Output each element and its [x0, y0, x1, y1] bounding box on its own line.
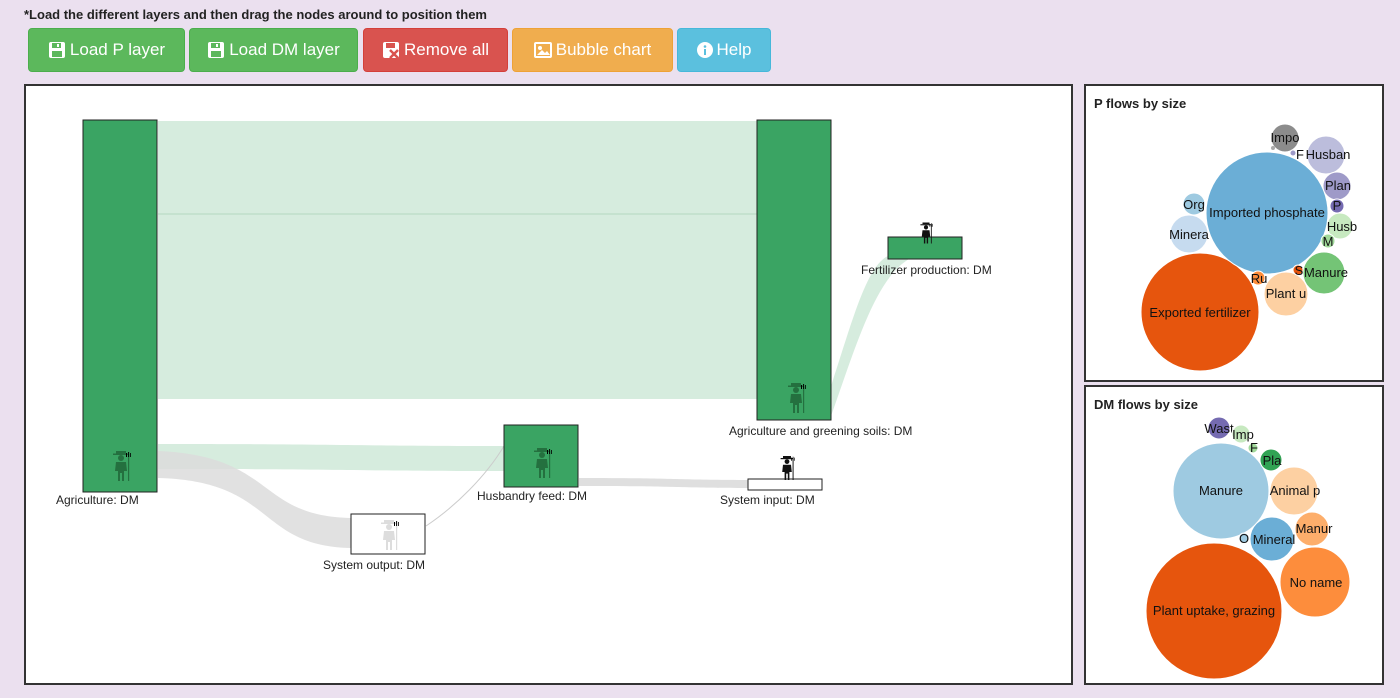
svg-text:F: F — [1296, 147, 1304, 162]
p-bubble-minera[interactable]: Minera — [1169, 214, 1210, 254]
save-icon — [207, 41, 225, 59]
link-husbandry-to-system-input[interactable] — [579, 478, 748, 488]
node-label-husbandry: Husbandry feed: DM — [477, 489, 587, 503]
sankey-node-fertilizer[interactable]: Fertilizer production: DM — [861, 222, 992, 278]
load-dm-layer-label: Load DM layer — [229, 40, 340, 59]
remove-all-label: Remove all — [403, 40, 490, 59]
dm-bubble-animal-p[interactable]: Animal p — [1269, 466, 1321, 516]
svg-text:Imported phosphate: Imported phosphate — [1209, 205, 1325, 220]
dm-bubble-wast[interactable]: Wast — [1204, 416, 1234, 440]
p-bubble-p[interactable]: P — [1329, 198, 1345, 214]
svg-text:Exported fertilizer: Exported fertilizer — [1149, 305, 1251, 320]
node-label-system-input: System input: DM — [720, 493, 815, 507]
help-label: Help — [716, 40, 752, 59]
node-label-fertilizer: Fertilizer production: DM — [861, 263, 992, 277]
dm-bubble-o[interactable]: O — [1238, 531, 1250, 546]
load-p-layer-label: Load P layer — [69, 40, 166, 59]
link-agriculture-to-greening[interactable] — [158, 121, 757, 399]
svg-text:Minera: Minera — [1169, 227, 1210, 242]
svg-text:Org: Org — [1183, 197, 1205, 212]
svg-text:Manur: Manur — [1296, 521, 1334, 536]
svg-text:Ru: Ru — [1251, 271, 1268, 286]
load-p-layer-button[interactable]: Load P layer — [28, 28, 185, 72]
sankey-node-agriculture[interactable]: Agriculture: DM — [56, 119, 158, 507]
dm-bubble-manur[interactable]: Manur — [1294, 511, 1334, 547]
svg-text:Manure: Manure — [1304, 265, 1348, 280]
p-bubble-plan[interactable]: Plan — [1322, 171, 1352, 201]
sankey-canvas[interactable]: Agriculture: DM Agriculture and greening… — [24, 84, 1073, 685]
node-label-greening-soils: Agriculture and greening soils: DM — [729, 424, 912, 438]
p-bubble-s[interactable]: S — [1292, 263, 1304, 278]
remove-all-button[interactable]: Remove all — [363, 28, 508, 72]
svg-text:Plant uptake, grazing: Plant uptake, grazing — [1153, 603, 1275, 618]
link-fertilizer-to-greening[interactable] — [831, 256, 911, 416]
help-button[interactable]: Help — [677, 28, 771, 72]
svg-text:Wast: Wast — [1204, 421, 1234, 436]
dm-bubble-mineral[interactable]: Mineral — [1249, 516, 1296, 562]
dm-bubble-manure[interactable]: Manure — [1172, 442, 1270, 540]
svg-text:No name: No name — [1290, 575, 1343, 590]
svg-text:S: S — [1295, 263, 1304, 278]
save-icon — [48, 41, 66, 59]
bubble-chart-label: Bubble chart — [555, 40, 652, 59]
svg-text:Plant u: Plant u — [1266, 286, 1306, 301]
dm-bubble-no-name[interactable]: No name — [1279, 546, 1351, 618]
svg-text:Pla: Pla — [1263, 453, 1283, 468]
picture-icon — [533, 42, 552, 58]
remove-icon — [382, 41, 400, 59]
svg-text:Plan: Plan — [1325, 178, 1351, 193]
p-bubble-husban[interactable]: Husban — [1306, 135, 1351, 175]
bubble-chart-button[interactable]: Bubble chart — [512, 28, 673, 72]
p-bubble-org[interactable]: Org — [1182, 192, 1206, 216]
p-bubble-ru[interactable]: Ru — [1250, 270, 1268, 286]
svg-text:Mineral: Mineral — [1253, 532, 1296, 547]
link-agriculture-to-greening-thin[interactable] — [158, 213, 757, 215]
p-bubble-m[interactable]: M — [1320, 233, 1336, 249]
node-label-agriculture: Agriculture: DM — [56, 493, 139, 507]
svg-text:O: O — [1239, 531, 1249, 546]
svg-text:M: M — [1323, 234, 1334, 249]
farmer-icon — [780, 456, 795, 480]
svg-text:P: P — [1333, 198, 1342, 213]
svg-text:Manure: Manure — [1199, 483, 1243, 498]
load-dm-layer-button[interactable]: Load DM layer — [189, 28, 358, 72]
dm-bubble-f[interactable]: F — [1247, 440, 1259, 455]
p-bubble-plant-u[interactable]: Plant u — [1263, 271, 1309, 317]
instructions-text: *Load the different layers and then drag… — [24, 7, 487, 22]
dm-flows-panel: DM flows by size Plant uptake, grazing M… — [1084, 385, 1384, 685]
info-icon — [696, 42, 713, 58]
node-label-system-output: System output: DM — [323, 558, 425, 572]
svg-text:Husban: Husban — [1306, 147, 1351, 162]
p-bubble-manure[interactable]: Manure — [1302, 251, 1348, 295]
p-bubble-imported-phosphate[interactable]: Imported phosphate — [1205, 151, 1329, 275]
svg-text:Husb: Husb — [1327, 219, 1357, 234]
svg-text:Impo: Impo — [1271, 130, 1300, 145]
dm-bubble-plant-uptake-grazing[interactable]: Plant uptake, grazing — [1145, 542, 1283, 680]
svg-text:Animal p: Animal p — [1270, 483, 1321, 498]
p-bubble-exported-fertilizer[interactable]: Exported fertilizer — [1140, 252, 1260, 372]
dm-bubble-pla[interactable]: Pla — [1259, 448, 1283, 472]
svg-text:F: F — [1250, 440, 1258, 455]
p-flows-panel: P flows by size Exported fertilizer Impo… — [1084, 84, 1384, 382]
